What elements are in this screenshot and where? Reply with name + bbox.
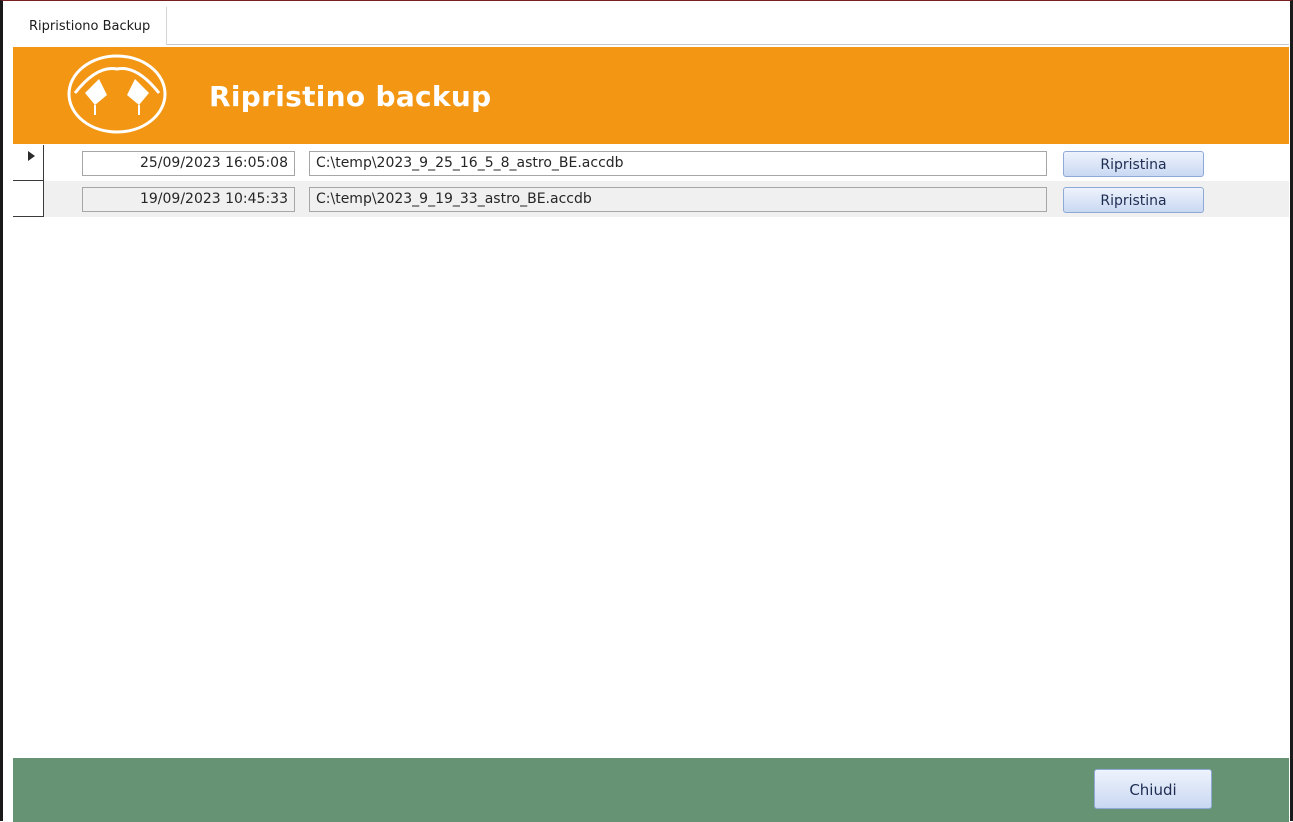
backup-date-field[interactable]: 19/09/2023 10:45:33 <box>82 187 295 212</box>
backup-path-field[interactable]: C:\temp\2023_9_25_16_5_8_astro_BE.accdb <box>309 151 1047 176</box>
restore-button[interactable]: Ripristina <box>1063 187 1204 213</box>
form-window: Ripristiono Backup Ripristino backup 25/… <box>0 0 1293 822</box>
document-tab-strip: Ripristiono Backup <box>13 7 1289 45</box>
close-button[interactable]: Chiudi <box>1094 769 1212 809</box>
page-title: Ripristino backup <box>209 80 492 113</box>
backup-row: 25/09/2023 16:05:08 C:\temp\2023_9_25_16… <box>13 145 1289 181</box>
record-selector[interactable] <box>13 145 44 181</box>
backup-date-field[interactable]: 25/09/2023 16:05:08 <box>82 151 295 176</box>
backup-row: 19/09/2023 10:45:33 C:\temp\2023_9_19_33… <box>13 181 1289 217</box>
backup-list: 25/09/2023 16:05:08 C:\temp\2023_9_25_16… <box>13 145 1289 217</box>
form-footer: Chiudi <box>13 758 1289 822</box>
tab-ripristino-backup[interactable]: Ripristiono Backup <box>13 7 168 45</box>
restore-button[interactable]: Ripristina <box>1063 151 1204 177</box>
form-header: Ripristino backup <box>13 47 1289 144</box>
logo-panel <box>53 47 183 144</box>
record-selector[interactable] <box>13 181 44 217</box>
backup-path-field[interactable]: C:\temp\2023_9_19_33_astro_BE.accdb <box>309 187 1047 212</box>
tent-flags-logo-icon <box>67 54 167 134</box>
current-record-icon <box>28 151 35 161</box>
